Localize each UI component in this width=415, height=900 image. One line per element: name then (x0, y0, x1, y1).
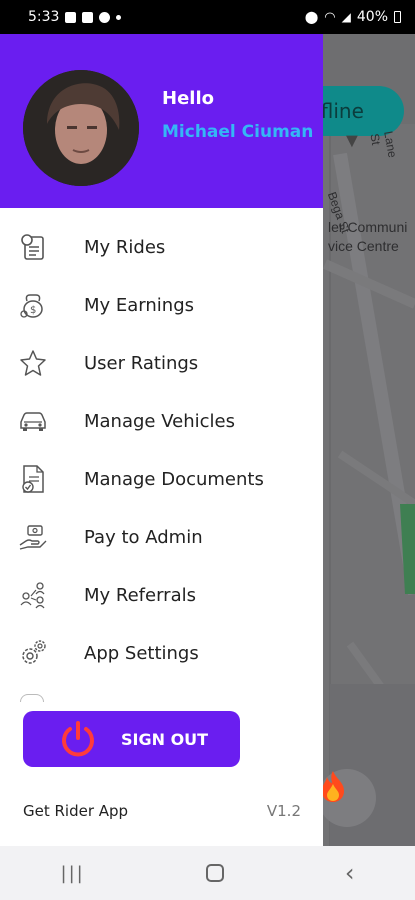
more-notifications-icon (116, 14, 122, 20)
user-name[interactable]: Michael Ciuman (162, 122, 313, 142)
navigation-drawer: Hello Michael Ciuman My Rides $ My Earni… (0, 34, 323, 846)
signal-icon: ◢ (341, 10, 351, 24)
drawer-header: Hello Michael Ciuman (0, 34, 323, 208)
status-bar: 5:33 ⬤ ◠ ◢ 40% (0, 0, 415, 34)
menu-label: App Settings (84, 642, 199, 664)
battery-text: 40% (356, 9, 388, 25)
pay-icon (18, 522, 48, 552)
referrals-icon (18, 580, 48, 610)
power-icon (62, 721, 94, 757)
menu-item-manage-documents[interactable]: Manage Documents (0, 450, 323, 508)
get-rider-app-link[interactable]: Get Rider App (23, 802, 128, 820)
menu-item-manage-vehicles[interactable]: Manage Vehicles (0, 392, 323, 450)
home-icon[interactable] (205, 864, 224, 882)
menu-item-user-ratings[interactable]: User Ratings (0, 334, 323, 392)
star-icon (18, 348, 48, 378)
back-icon[interactable]: ‹ (345, 859, 355, 887)
menu-label: Manage Vehicles (84, 410, 235, 432)
status-time: 5:33 (28, 9, 60, 25)
menu-label: My Rides (84, 236, 166, 258)
car-icon (18, 406, 48, 436)
menu-item-my-referrals[interactable]: My Referrals (0, 566, 323, 624)
menu-label: User Ratings (84, 352, 199, 374)
sign-out-button[interactable]: SIGN OUT (23, 711, 240, 767)
menu-item-pay-to-admin[interactable]: Pay to Admin (0, 508, 323, 566)
greeting: Hello (162, 88, 214, 109)
mail-icon (82, 11, 94, 23)
battery-icon (394, 11, 401, 23)
gear-icon (18, 638, 48, 668)
menu-item-app-settings[interactable]: App Settings (0, 624, 323, 682)
drawer-menu: My Rides $ My Earnings User Ratings Mana… (0, 218, 323, 682)
map-label-lane-st: Lane St (367, 130, 400, 159)
menu-label: Manage Documents (84, 468, 264, 490)
map-pin-icon: ▼ (342, 130, 362, 152)
menu-label: Pay to Admin (84, 526, 203, 548)
drawer-footer: Get Rider App V1.2 (23, 802, 301, 820)
svg-text:$: $ (30, 305, 36, 316)
notification-icon (65, 11, 77, 23)
system-nav-bar: ||| ‹ (0, 846, 415, 900)
heatmap-button[interactable] (318, 769, 376, 827)
avatar-photo (23, 70, 139, 186)
rides-icon (18, 232, 48, 262)
wifi-icon: ◠ (324, 9, 336, 25)
earnings-icon: $ (18, 290, 48, 320)
menu-item-my-earnings[interactable]: $ My Earnings (0, 276, 323, 334)
recent-apps-icon[interactable]: ||| (61, 863, 85, 884)
map-label-centre: vice Centre (328, 238, 399, 254)
sign-out-label: SIGN OUT (121, 729, 209, 749)
avatar[interactable] (23, 70, 139, 186)
app-version: V1.2 (266, 802, 301, 820)
partial-menu-icon (20, 694, 44, 702)
document-icon (18, 464, 48, 494)
location-icon: ⬤ (304, 10, 319, 24)
app-notification-icon (99, 11, 111, 23)
menu-label: My Earnings (84, 294, 195, 316)
menu-label: My Referrals (84, 584, 196, 606)
menu-item-my-rides[interactable]: My Rides (0, 218, 323, 276)
